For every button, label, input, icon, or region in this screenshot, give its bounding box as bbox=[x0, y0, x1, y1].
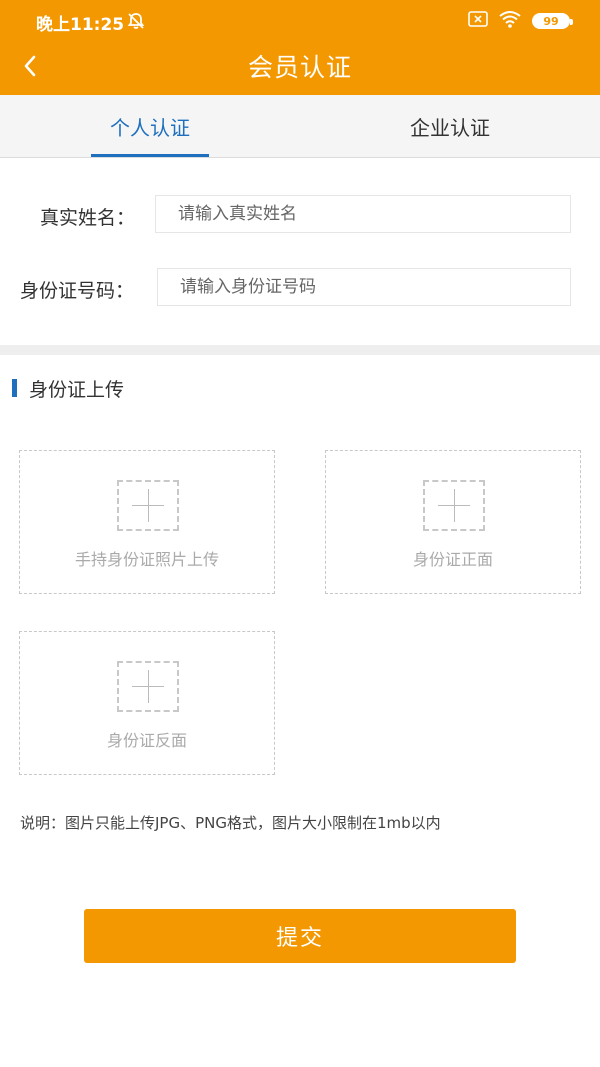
id-number-input[interactable] bbox=[157, 268, 571, 306]
upload-label: 手持身份证照片上传 bbox=[74, 550, 219, 569]
plus-icon bbox=[117, 480, 179, 531]
status-bar: 晚上11:25 99 bbox=[0, 0, 600, 40]
upload-id-back[interactable]: 身份证反面 bbox=[19, 631, 275, 775]
app-header: 晚上11:25 99 会员认证 bbox=[0, 0, 600, 95]
status-time: 晚上11:25 bbox=[36, 15, 125, 35]
nav-bar: 会员认证 bbox=[0, 40, 600, 95]
page-title: 会员认证 bbox=[247, 53, 352, 82]
id-number-label: 身份证号码： bbox=[20, 280, 135, 302]
real-name-label: 真实姓名： bbox=[40, 207, 136, 229]
submit-button[interactable]: 提交 bbox=[84, 909, 516, 963]
real-name-input[interactable] bbox=[155, 195, 571, 233]
status-icons: 99 bbox=[468, 10, 573, 32]
upload-label: 身份证正面 bbox=[412, 550, 493, 569]
upload-id-front[interactable]: 身份证正面 bbox=[325, 450, 581, 594]
upload-label: 身份证反面 bbox=[106, 731, 187, 750]
tab-bar: 个人认证 企业认证 bbox=[0, 95, 600, 158]
alarm-off-icon bbox=[126, 11, 146, 35]
tab-enterprise[interactable]: 企业认证 bbox=[300, 95, 600, 157]
battery-icon: 99 bbox=[532, 13, 573, 29]
sim-none-icon bbox=[468, 11, 488, 31]
plus-icon bbox=[117, 661, 179, 712]
real-name-row: 真实姓名： bbox=[0, 195, 600, 235]
wifi-icon bbox=[498, 10, 522, 32]
tab-personal[interactable]: 个人认证 bbox=[0, 95, 300, 157]
plus-icon bbox=[423, 480, 485, 531]
upload-handheld-id[interactable]: 手持身份证照片上传 bbox=[19, 450, 275, 594]
id-number-row: 身份证号码： bbox=[0, 268, 600, 308]
upload-note: 说明：图片只能上传JPG、PNG格式，图片大小限制在1mb以内 bbox=[20, 814, 441, 832]
section-divider bbox=[0, 345, 600, 355]
upload-section-title-text: 身份证上传 bbox=[29, 378, 125, 401]
upload-section-title: 身份证上传 bbox=[12, 376, 125, 401]
section-marker bbox=[12, 379, 17, 397]
